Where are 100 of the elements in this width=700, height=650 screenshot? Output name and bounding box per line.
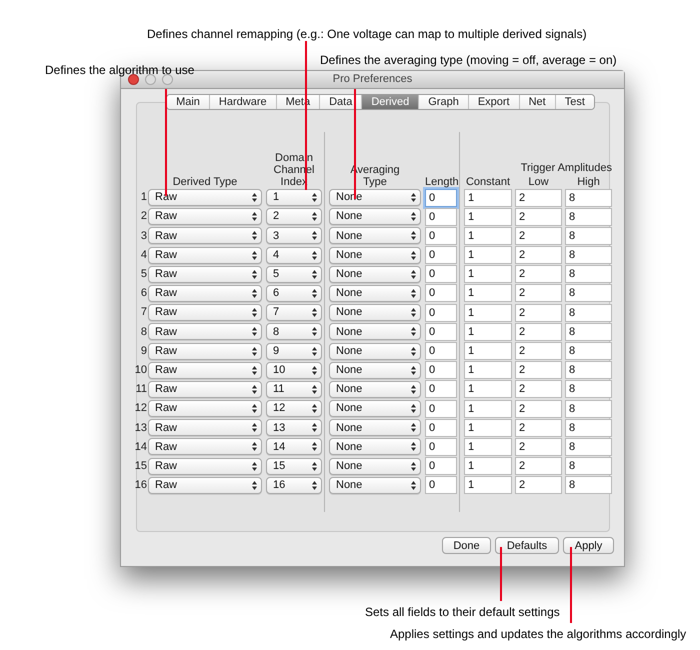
tab[interactable]: Data	[319, 95, 362, 109]
low-field[interactable]: 2	[515, 476, 562, 494]
low-field[interactable]: 2	[515, 208, 562, 226]
tab[interactable]: Derived	[361, 95, 418, 109]
channel-index-select[interactable]: 15	[266, 458, 322, 475]
length-field[interactable]: 0	[425, 265, 457, 284]
derived-type-select[interactable]: Raw	[148, 208, 262, 226]
derived-type-select[interactable]: Raw	[148, 323, 262, 340]
averaging-type-select[interactable]: None	[329, 400, 421, 418]
derived-type-select[interactable]: Raw	[148, 362, 262, 379]
low-field[interactable]: 2	[515, 188, 562, 206]
length-field[interactable]: 0	[425, 380, 457, 398]
tab[interactable]: Net	[518, 95, 555, 109]
derived-type-select[interactable]: Raw	[148, 380, 262, 398]
high-field[interactable]: 8	[565, 284, 612, 302]
channel-index-select[interactable]: 2	[266, 208, 322, 226]
tab[interactable]: Hardware	[208, 95, 276, 109]
averaging-type-select[interactable]: None	[329, 419, 421, 436]
high-field[interactable]: 8	[565, 342, 612, 360]
averaging-type-select[interactable]: None	[329, 227, 421, 244]
derived-type-select[interactable]: Raw	[148, 304, 262, 322]
low-field[interactable]: 2	[515, 226, 562, 245]
low-field[interactable]: 2	[515, 322, 562, 341]
averaging-type-select[interactable]: None	[329, 438, 421, 456]
constant-field[interactable]: 1	[464, 304, 512, 322]
channel-index-select[interactable]: 4	[266, 246, 322, 264]
high-field[interactable]: 8	[565, 304, 612, 322]
length-field[interactable]: 0	[425, 476, 457, 494]
high-field[interactable]: 8	[565, 418, 612, 437]
constant-field[interactable]: 1	[464, 208, 512, 226]
high-field[interactable]: 8	[565, 400, 612, 418]
constant-field[interactable]: 1	[464, 418, 512, 437]
tab[interactable]: Main	[167, 95, 209, 109]
derived-type-select[interactable]: Raw	[148, 400, 262, 418]
constant-field[interactable]: 1	[464, 342, 512, 360]
zoom-icon[interactable]	[162, 74, 173, 85]
channel-index-select[interactable]: 10	[266, 362, 322, 379]
length-field[interactable]: 0	[425, 208, 457, 226]
averaging-type-select[interactable]: None	[329, 380, 421, 398]
constant-field[interactable]: 1	[464, 265, 512, 284]
constant-field[interactable]: 1	[464, 400, 512, 418]
length-field[interactable]: 0	[425, 188, 457, 206]
constant-field[interactable]: 1	[464, 246, 512, 264]
channel-index-select[interactable]: 14	[266, 438, 322, 456]
derived-type-select[interactable]: Raw	[148, 419, 262, 436]
derived-type-select[interactable]: Raw	[148, 438, 262, 456]
low-field[interactable]: 2	[515, 342, 562, 360]
high-field[interactable]: 8	[565, 188, 612, 206]
length-field[interactable]: 0	[425, 361, 457, 380]
low-field[interactable]: 2	[515, 457, 562, 476]
low-field[interactable]: 2	[515, 284, 562, 302]
derived-type-select[interactable]: Raw	[148, 246, 262, 264]
derived-type-select[interactable]: Raw	[148, 266, 262, 283]
channel-index-select[interactable]: 16	[266, 476, 322, 494]
constant-field[interactable]: 1	[464, 226, 512, 245]
derived-type-select[interactable]: Raw	[148, 476, 262, 494]
channel-index-select[interactable]: 9	[266, 342, 322, 360]
channel-index-select[interactable]: 1	[266, 189, 322, 206]
tab[interactable]: Test	[554, 95, 594, 109]
constant-field[interactable]: 1	[464, 380, 512, 398]
length-field[interactable]: 0	[425, 304, 457, 322]
length-field[interactable]: 0	[425, 438, 457, 456]
dialog-button[interactable]: Done	[442, 537, 491, 554]
length-field[interactable]: 0	[425, 226, 457, 245]
averaging-type-select[interactable]: None	[329, 246, 421, 264]
constant-field[interactable]: 1	[464, 284, 512, 302]
tab[interactable]: Graph	[418, 95, 468, 109]
length-field[interactable]: 0	[425, 322, 457, 341]
high-field[interactable]: 8	[565, 226, 612, 245]
channel-index-select[interactable]: 8	[266, 323, 322, 340]
derived-type-select[interactable]: Raw	[148, 284, 262, 302]
averaging-type-select[interactable]: None	[329, 208, 421, 226]
constant-field[interactable]: 1	[464, 361, 512, 380]
low-field[interactable]: 2	[515, 304, 562, 322]
high-field[interactable]: 8	[565, 208, 612, 226]
dialog-button[interactable]: Apply	[563, 537, 614, 554]
channel-index-select[interactable]: 12	[266, 400, 322, 418]
low-field[interactable]: 2	[515, 380, 562, 398]
low-field[interactable]: 2	[515, 418, 562, 437]
length-field[interactable]: 0	[425, 400, 457, 418]
high-field[interactable]: 8	[565, 322, 612, 341]
averaging-type-select[interactable]: None	[329, 304, 421, 322]
tab[interactable]: Export	[468, 95, 519, 109]
averaging-type-select[interactable]: None	[329, 476, 421, 494]
high-field[interactable]: 8	[565, 476, 612, 494]
constant-field[interactable]: 1	[464, 322, 512, 341]
averaging-type-select[interactable]: None	[329, 266, 421, 283]
low-field[interactable]: 2	[515, 246, 562, 264]
channel-index-select[interactable]: 5	[266, 266, 322, 283]
averaging-type-select[interactable]: None	[329, 284, 421, 302]
high-field[interactable]: 8	[565, 246, 612, 264]
channel-index-select[interactable]: 11	[266, 380, 322, 398]
high-field[interactable]: 8	[565, 265, 612, 284]
length-field[interactable]: 0	[425, 342, 457, 360]
length-field[interactable]: 0	[425, 284, 457, 302]
derived-type-select[interactable]: Raw	[148, 342, 262, 360]
dialog-button[interactable]: Defaults	[495, 537, 559, 554]
constant-field[interactable]: 1	[464, 188, 512, 206]
averaging-type-select[interactable]: None	[329, 362, 421, 379]
averaging-type-select[interactable]: None	[329, 342, 421, 360]
